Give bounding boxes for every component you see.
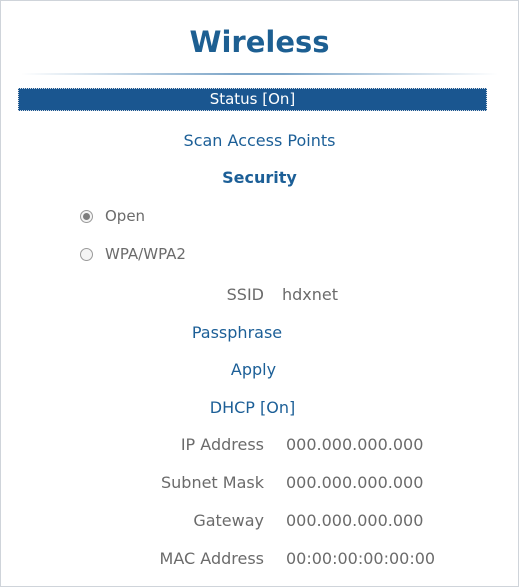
wireless-panel: Wireless Status [On] Scan Access Points …: [0, 0, 519, 587]
mac-address-label: MAC Address: [159, 549, 264, 568]
ssid-label: SSID: [226, 285, 264, 304]
ssid-value: hdxnet: [282, 285, 339, 304]
radio-unchecked-icon[interactable]: [80, 247, 93, 261]
security-option-open[interactable]: Open: [80, 206, 145, 226]
security-heading: Security: [222, 168, 297, 187]
security-option-wpa[interactable]: WPA/WPA2: [80, 244, 186, 264]
subnet-mask-label: Subnet Mask: [160, 473, 264, 492]
gateway-value: 000.000.000.000: [286, 511, 424, 530]
security-option-label: WPA/WPA2: [105, 245, 186, 263]
radio-checked-icon[interactable]: [80, 209, 93, 223]
ip-address-label: IP Address: [180, 435, 264, 454]
status-menu-item[interactable]: Status [On]: [18, 88, 487, 111]
page-title: Wireless: [189, 25, 330, 59]
scan-access-points-link[interactable]: Scan Access Points: [1, 131, 518, 150]
ip-address-value: 000.000.000.000: [286, 435, 424, 454]
security-option-label: Open: [105, 207, 146, 225]
mac-address-value: 00:00:00:00:00:00: [286, 549, 436, 568]
dhcp-toggle[interactable]: DHCP [On]: [0, 398, 518, 417]
passphrase-link[interactable]: Passphrase: [0, 323, 518, 342]
subnet-mask-value: 000.000.000.000: [286, 473, 424, 492]
title-divider: [21, 73, 498, 75]
apply-button[interactable]: Apply: [0, 360, 518, 379]
gateway-label: Gateway: [193, 511, 264, 530]
